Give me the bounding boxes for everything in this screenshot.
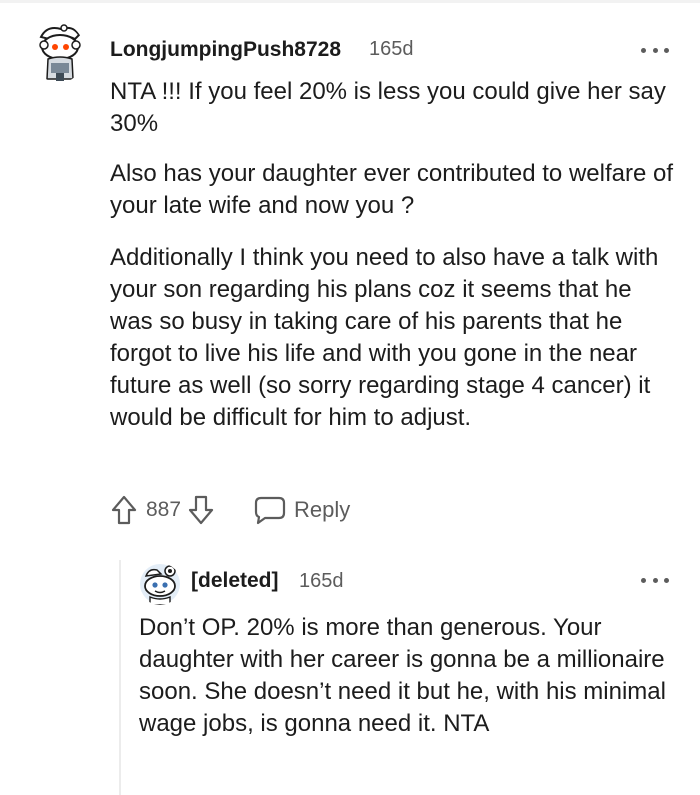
more-options-icon[interactable]: [641, 574, 669, 586]
more-options-icon[interactable]: [641, 44, 669, 56]
reply-label: Reply: [294, 497, 351, 522]
divider: [0, 0, 700, 3]
reply-bubble-icon: [254, 496, 286, 525]
upvote-icon[interactable]: [110, 494, 138, 526]
comment-thread: LongjumpingPush8728 165d NTA !!! If you …: [0, 0, 700, 795]
reply-author[interactable]: [deleted]: [191, 569, 279, 593]
downvote-icon[interactable]: [187, 494, 215, 526]
snoo-avatar-icon[interactable]: [33, 23, 85, 83]
reply-body: Don’t OP. 20% is more than generous. You…: [139, 614, 666, 737]
vote-count: 887: [146, 498, 182, 521]
comment-paragraph: Additionally I think you need to also ha…: [110, 244, 659, 431]
snoo-avatar-icon[interactable]: [139, 563, 181, 605]
comment-paragraph: Also has your daughter ever contributed …: [110, 160, 673, 219]
comment-author[interactable]: LongjumpingPush8728: [110, 38, 341, 62]
reply-button[interactable]: Reply: [253, 495, 350, 525]
comment-timestamp: 165d: [369, 38, 414, 60]
comment-paragraph: NTA !!! If you feel 20% is less you coul…: [110, 78, 666, 137]
comment-action-bar: 887 Reply: [110, 490, 350, 530]
reply-timestamp: 165d: [299, 570, 344, 592]
thread-line[interactable]: [119, 560, 121, 795]
